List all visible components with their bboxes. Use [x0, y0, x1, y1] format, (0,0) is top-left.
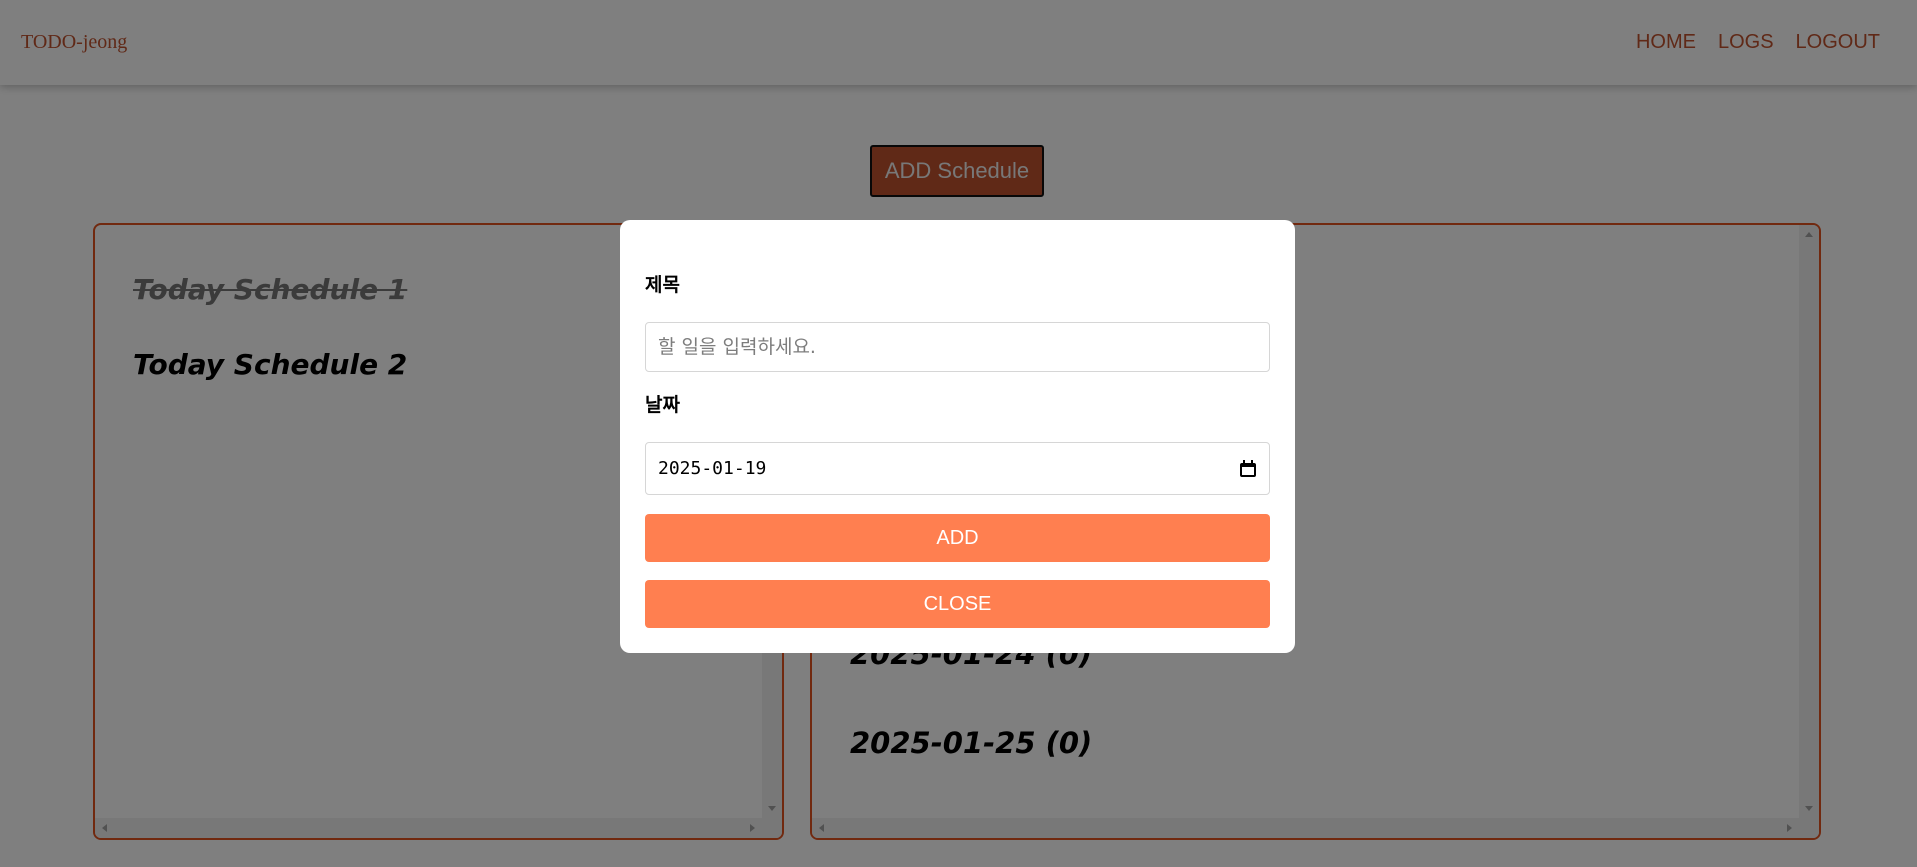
add-schedule-modal: 제목 날짜 2025-01-19 ADD CLOSE: [620, 220, 1295, 653]
title-input[interactable]: [645, 322, 1270, 372]
date-input[interactable]: 2025-01-19: [645, 442, 1270, 495]
add-button[interactable]: ADD: [645, 514, 1270, 562]
date-input-value: 2025-01-19: [658, 458, 767, 479]
page: TODO-jeong HOME LOGS LOGOUT ADD Schedule…: [0, 0, 1917, 867]
close-button[interactable]: CLOSE: [645, 580, 1270, 628]
title-field-label: 제목: [645, 274, 680, 296]
date-field-label: 날짜: [645, 394, 680, 416]
calendar-icon[interactable]: [1239, 459, 1257, 478]
